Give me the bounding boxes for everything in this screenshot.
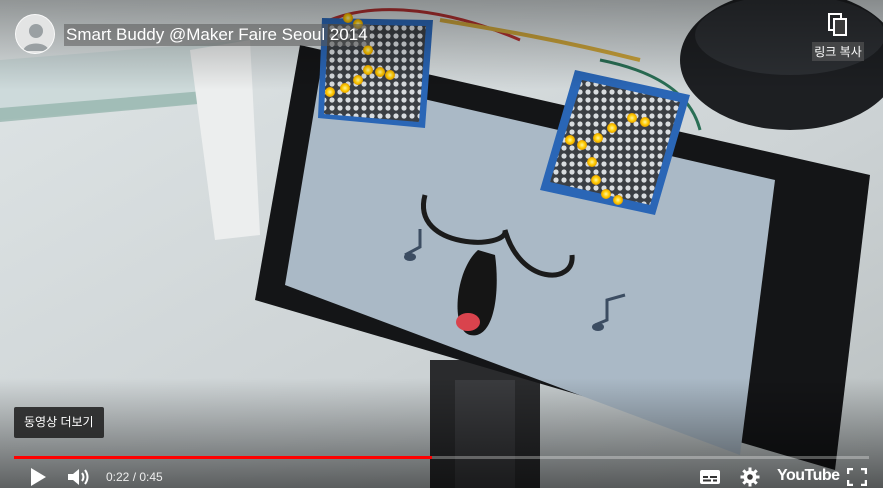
video-title[interactable]: Smart Buddy @Maker Faire Seoul 2014 <box>64 24 370 46</box>
more-videos-button[interactable]: 동영상 더보기 <box>14 407 104 438</box>
fullscreen-button[interactable] <box>846 466 868 488</box>
play-icon <box>31 468 46 486</box>
copy-icon <box>828 13 847 36</box>
fullscreen-icon <box>847 468 867 486</box>
time-total: 0:45 <box>139 470 163 484</box>
youtube-logo[interactable]: YouTube <box>777 467 840 487</box>
gear-icon <box>740 467 760 487</box>
time-separator: / <box>129 470 140 484</box>
avatar-user-icon <box>16 15 54 53</box>
time-current: 0:22 <box>106 470 130 484</box>
settings-button[interactable] <box>738 466 762 488</box>
subtitles-button[interactable] <box>698 466 722 488</box>
volume-icon <box>68 469 89 485</box>
mute-button[interactable] <box>66 466 92 488</box>
subtitles-icon <box>700 470 720 484</box>
control-bar: 0:22 / 0:45 YouTube <box>0 462 883 488</box>
time-display: 0:22 / 0:45 <box>106 470 163 484</box>
copy-link-label: 링크 복사 <box>812 42 864 61</box>
play-button[interactable] <box>26 466 50 488</box>
copy-link-button[interactable]: 링크 복사 <box>805 12 871 64</box>
video-player[interactable]: Smart Buddy @Maker Faire Seoul 2014 링크 복… <box>0 0 883 488</box>
progress-played <box>14 456 433 459</box>
channel-avatar[interactable] <box>15 14 55 54</box>
progress-bar[interactable] <box>14 456 869 459</box>
